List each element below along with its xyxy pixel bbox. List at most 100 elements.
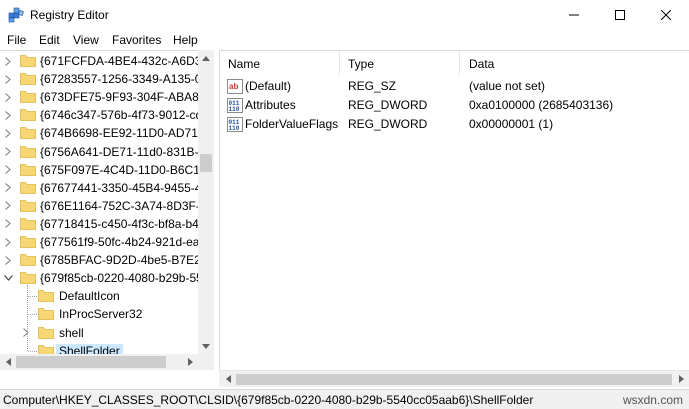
svg-text:110: 110 xyxy=(229,106,240,113)
tree-horizontal-scroll-thumb[interactable] xyxy=(16,356,166,368)
tree-item-label: {675F097E-4C4D-11D0-B6C1-0 xyxy=(40,162,198,177)
folder-icon xyxy=(20,199,36,212)
tree-item[interactable]: {6756A641-DE71-11d0-831B-0 xyxy=(0,143,198,161)
scroll-right-arrow-icon[interactable] xyxy=(673,371,689,387)
column-header-name[interactable]: Name xyxy=(220,51,340,75)
chevron-right-icon[interactable] xyxy=(2,71,14,87)
scroll-up-arrow-icon[interactable] xyxy=(198,50,214,66)
tree-guide-line xyxy=(28,314,37,316)
chevron-right-icon[interactable] xyxy=(2,53,14,69)
chevron-right-icon[interactable] xyxy=(2,216,14,232)
tree-item[interactable]: {676E1164-752C-3A74-8D3F-B xyxy=(0,197,198,215)
key-tree[interactable]: {671FCFDA-4BE4-432c-A6D3-4 {67283557-1256… xyxy=(0,50,214,370)
window-title: Registry Editor xyxy=(30,8,109,22)
menu-file[interactable]: File xyxy=(7,33,26,47)
folder-icon xyxy=(20,54,36,67)
registry-editor-icon xyxy=(8,7,24,23)
folder-icon xyxy=(20,126,36,140)
folder-icon xyxy=(20,181,36,194)
tree-item[interactable]: {677561f9-50fc-4b24-921d-eac xyxy=(0,233,198,251)
tree-item-label: {677561f9-50fc-4b24-921d-eac xyxy=(40,235,198,249)
folder-icon xyxy=(20,145,36,158)
scroll-left-arrow-icon[interactable] xyxy=(220,371,236,387)
tree-item-label: shell xyxy=(59,325,84,340)
value-data: 0xa0100000 (2685403136) xyxy=(469,98,614,112)
menu-view[interactable]: View xyxy=(73,33,99,47)
tree-item[interactable]: {674B6698-EE92-11D0-AD71-0 xyxy=(0,124,198,142)
value-row[interactable]: ab (Default) REG_SZ (value not set) xyxy=(220,77,689,96)
maximize-button[interactable] xyxy=(597,0,643,30)
current-key-path: Computer\HKEY_CLASSES_ROOT\CLSID\{679f85… xyxy=(3,393,534,407)
close-button[interactable] xyxy=(643,0,689,30)
tree-item[interactable]: {6785BFAC-9D2D-4be5-B7E2-5 xyxy=(0,251,198,269)
scroll-right-arrow-icon[interactable] xyxy=(182,354,198,370)
string-value-icon: ab xyxy=(227,79,243,94)
tree-item[interactable]: {679f85cb-0220-4080-b29b-55 xyxy=(0,269,198,287)
tree-horizontal-scrollbar[interactable] xyxy=(0,354,198,370)
folder-icon xyxy=(38,289,54,303)
tree-guide-line xyxy=(27,285,28,351)
tree-item[interactable]: {671FCFDA-4BE4-432c-A6D3-4 xyxy=(0,52,198,70)
chevron-right-icon[interactable] xyxy=(2,198,14,214)
tree-vertical-scroll-thumb[interactable] xyxy=(200,154,212,172)
minimize-icon xyxy=(569,14,579,16)
chevron-right-icon[interactable] xyxy=(2,180,14,196)
minimize-button[interactable] xyxy=(551,0,597,30)
tree-vertical-scrollbar[interactable] xyxy=(198,50,214,354)
menu-favorites[interactable]: Favorites xyxy=(112,33,161,47)
tree-item-label: {671FCFDA-4BE4-432c-A6D3-4 xyxy=(40,54,198,68)
menu-help[interactable]: Help xyxy=(173,33,198,47)
folder-icon xyxy=(38,326,54,339)
value-row[interactable]: 011 110 Attributes REG_DWORD 0xa0100000 (268… xyxy=(220,96,689,115)
title-bar: Registry Editor xyxy=(0,0,689,30)
value-name: Attributes xyxy=(245,98,296,112)
tree-guide-line xyxy=(28,296,37,298)
tree-item-label: {679f85cb-0220-4080-b29b-55 xyxy=(40,271,198,286)
tree-item[interactable]: {675F097E-4C4D-11D0-B6C1-0 xyxy=(0,161,198,179)
chevron-right-icon[interactable] xyxy=(2,144,14,160)
column-header-data[interactable]: Data xyxy=(460,51,689,75)
svg-text:110: 110 xyxy=(229,125,240,132)
watermark: wsxdn.com xyxy=(622,393,683,407)
tree-item[interactable]: {6746c347-576b-4f73-9012-cd xyxy=(0,106,198,124)
tree-guide-line xyxy=(28,350,37,352)
menu-edit[interactable]: Edit xyxy=(39,33,60,47)
folder-icon xyxy=(20,90,36,104)
folder-icon xyxy=(20,72,36,85)
chevron-right-icon[interactable] xyxy=(2,107,14,123)
tree-item-label: {6746c347-576b-4f73-9012-cd xyxy=(40,108,198,123)
values-list[interactable]: Name Type Data ab (Default) REG_SZ (value n… xyxy=(219,50,689,370)
binary-value-icon: 011 110 xyxy=(227,98,243,113)
folder-icon xyxy=(20,235,36,248)
tree-item[interactable]: shell xyxy=(0,324,198,342)
value-name: FolderValueFlags xyxy=(245,117,339,131)
tree-item[interactable]: {67718415-c450-4f3c-bf8a-b48 xyxy=(0,215,198,233)
chevron-right-icon[interactable] xyxy=(20,325,32,341)
chevron-right-icon[interactable] xyxy=(2,162,14,178)
value-row[interactable]: 011 110 FolderValueFlags REG_DWORD 0x0000000… xyxy=(220,115,689,134)
tree-item[interactable]: {67677441-3350-45B4-9455-4D xyxy=(0,179,198,197)
chevron-right-icon[interactable] xyxy=(2,89,14,105)
value-name: (Default) xyxy=(245,79,292,93)
tree-item-label: {6756A641-DE71-11d0-831B-0 xyxy=(40,144,198,159)
tree-item[interactable]: {673DFE75-9F93-304F-ABA8-D xyxy=(0,88,198,106)
tree-item-label: {67718415-c450-4f3c-bf8a-b48 xyxy=(40,216,198,231)
value-type: REG_DWORD xyxy=(348,117,428,131)
scroll-left-arrow-icon[interactable] xyxy=(0,354,16,370)
chevron-down-icon[interactable] xyxy=(2,270,14,286)
values-horizontal-scroll-thumb[interactable] xyxy=(236,374,672,385)
chevron-right-icon[interactable] xyxy=(2,252,14,268)
folder-icon xyxy=(20,253,36,266)
chevron-right-icon[interactable] xyxy=(2,234,14,250)
folder-icon xyxy=(20,163,36,176)
tree-item-label: {67677441-3350-45B4-9455-4D xyxy=(40,180,198,195)
tree-item[interactable]: {67283557-1256-3349-A135-05 xyxy=(0,70,198,88)
folder-icon xyxy=(20,108,36,122)
scroll-down-arrow-icon[interactable] xyxy=(198,338,214,354)
chevron-right-icon[interactable] xyxy=(2,125,14,141)
column-header-type[interactable]: Type xyxy=(340,51,460,75)
binary-value-icon: 011 110 xyxy=(227,117,243,132)
maximize-icon xyxy=(615,10,625,20)
values-horizontal-scrollbar[interactable] xyxy=(219,370,689,387)
value-data: 0x00000001 (1) xyxy=(469,117,554,131)
